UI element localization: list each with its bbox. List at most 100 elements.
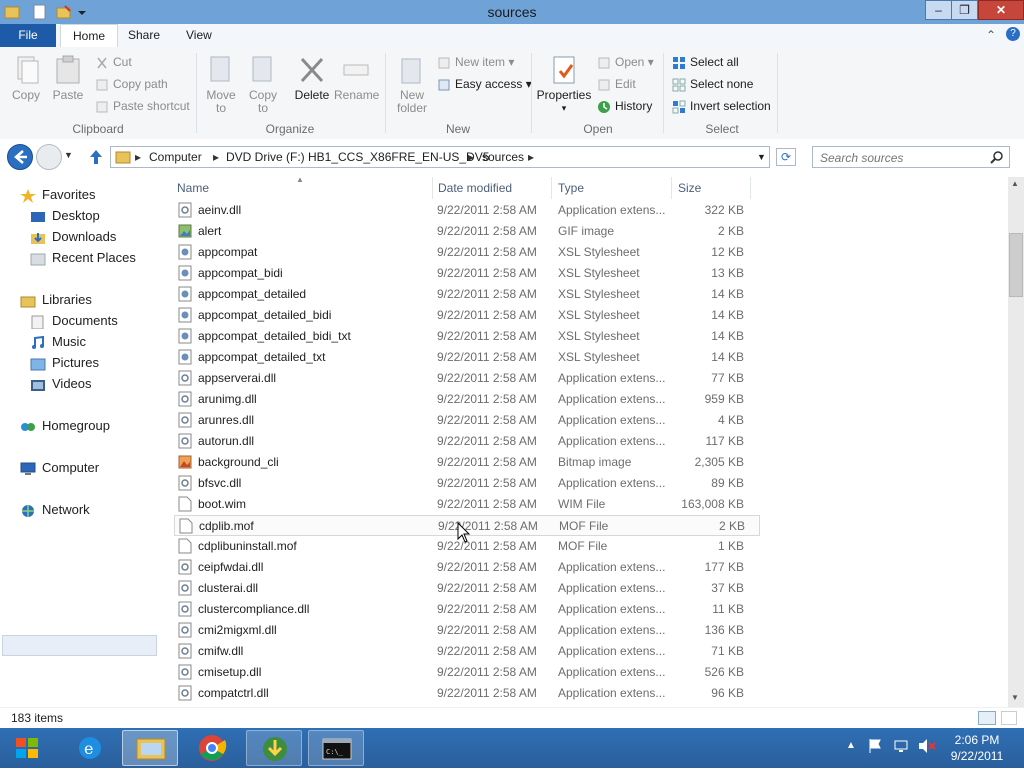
file-row[interactable]: appcompat_detailed_bidi 9/22/2011 2:58 AM… bbox=[174, 305, 760, 326]
column-header-name[interactable]: Name bbox=[177, 181, 209, 195]
column-separator[interactable] bbox=[432, 177, 433, 199]
file-row[interactable]: appserverai.dll 9/22/2011 2:58 AM Applicat… bbox=[174, 368, 760, 389]
cut-button[interactable]: Cut bbox=[95, 53, 132, 71]
scroll-up-icon[interactable]: ▲ bbox=[1011, 179, 1019, 188]
nav-libraries[interactable]: Libraries bbox=[20, 290, 92, 310]
column-separator[interactable] bbox=[551, 177, 552, 199]
search-icon[interactable] bbox=[990, 150, 1004, 167]
help-icon[interactable]: ? bbox=[1006, 27, 1020, 41]
nav-computer[interactable]: Computer bbox=[20, 458, 99, 478]
easy-access-button[interactable]: Easy access ▾ bbox=[437, 75, 532, 93]
nav-videos[interactable]: Videos bbox=[30, 374, 92, 394]
download-manager-button[interactable] bbox=[246, 730, 302, 766]
properties-button[interactable]: Properties ▾ bbox=[536, 55, 592, 115]
file-row[interactable]: boot.wim 9/22/2011 2:58 AM WIM File 163,008… bbox=[174, 494, 760, 515]
file-row[interactable]: aeinv.dll 9/22/2011 2:58 AM Application ex… bbox=[174, 200, 760, 221]
column-header-size[interactable]: Size bbox=[678, 181, 701, 195]
nav-network[interactable]: Network bbox=[20, 500, 90, 520]
file-row[interactable]: appcompat_detailed 9/22/2011 2:58 AM XSL S… bbox=[174, 284, 760, 305]
column-header-date[interactable]: Date modified bbox=[438, 181, 512, 195]
file-row[interactable]: compatctrl.dll 9/22/2011 2:58 AM Applicati… bbox=[174, 683, 760, 704]
nav-music[interactable]: Music bbox=[30, 332, 86, 352]
file-row[interactable]: cmifw.dll 9/22/2011 2:58 AM Application ex… bbox=[174, 641, 760, 662]
file-row[interactable]: alert 9/22/2011 2:58 AM GIF image 2 KB bbox=[174, 221, 760, 242]
tab-share[interactable]: Share bbox=[116, 24, 172, 47]
file-row[interactable]: arunimg.dll 9/22/2011 2:58 AM Application … bbox=[174, 389, 760, 410]
file-explorer-button[interactable] bbox=[122, 730, 178, 766]
large-icons-view-icon[interactable] bbox=[1001, 711, 1017, 725]
file-row[interactable]: clustercompliance.dll 9/22/2011 2:58 AM Ap… bbox=[174, 599, 760, 620]
back-button[interactable] bbox=[7, 144, 33, 170]
scrollbar-thumb[interactable] bbox=[1009, 233, 1023, 297]
details-view-icon[interactable] bbox=[978, 711, 996, 725]
network-tray-icon[interactable] bbox=[893, 738, 909, 757]
file-row[interactable]: appcompat 9/22/2011 2:58 AM XSL Stylesheet… bbox=[174, 242, 760, 263]
command-prompt-button[interactable]: C:\_ bbox=[308, 730, 364, 766]
address-bar[interactable]: ▸ Computer ▸ DVD Drive (F:) HB1_CCS_X86F… bbox=[110, 146, 770, 168]
file-row[interactable]: autorun.dll 9/22/2011 2:58 AM Application … bbox=[174, 431, 760, 452]
nav-desktop[interactable]: Desktop bbox=[30, 206, 100, 226]
open-button[interactable]: Open ▾ bbox=[597, 53, 654, 71]
refresh-icon[interactable]: ⟳ bbox=[776, 148, 796, 166]
select-all-button[interactable]: Select all bbox=[672, 53, 739, 71]
file-row[interactable]: appcompat_detailed_bidi_txt 9/22/2011 2:5… bbox=[174, 326, 760, 347]
search-input[interactable] bbox=[818, 149, 988, 167]
file-row[interactable]: appcompat_bidi 9/22/2011 2:58 AM XSL Style… bbox=[174, 263, 760, 284]
edit-button[interactable]: Edit bbox=[597, 75, 636, 93]
file-row[interactable]: arunres.dll 9/22/2011 2:58 AM Application … bbox=[174, 410, 760, 431]
tab-file[interactable]: File bbox=[0, 24, 56, 47]
tab-home[interactable]: Home bbox=[60, 24, 119, 48]
start-button[interactable] bbox=[6, 730, 50, 766]
minimize-button[interactable]: – bbox=[925, 0, 952, 20]
show-hidden-icons[interactable]: ▲ bbox=[846, 740, 856, 751]
copy-button[interactable]: Copy bbox=[6, 55, 46, 102]
collapse-ribbon-icon[interactable]: ⌃ bbox=[986, 28, 996, 42]
address-dropdown-icon[interactable]: ▼ bbox=[757, 152, 766, 162]
breadcrumb-computer[interactable]: Computer bbox=[149, 150, 202, 164]
column-header-type[interactable]: Type bbox=[558, 181, 584, 195]
recent-locations-icon[interactable]: ▼ bbox=[64, 150, 73, 160]
volume-muted-icon[interactable] bbox=[918, 738, 936, 757]
delete-button[interactable]: Delete bbox=[292, 55, 332, 102]
nav-homegroup[interactable]: Homegroup bbox=[20, 416, 110, 436]
file-row[interactable]: bfsvc.dll 9/22/2011 2:58 AM Application ex… bbox=[174, 473, 760, 494]
nav-pictures[interactable]: Pictures bbox=[30, 353, 99, 373]
up-arrow-icon[interactable] bbox=[88, 148, 104, 169]
breadcrumb-dvd-drive[interactable]: DVD Drive (F:) HB1_CCS_X86FRE_EN-US_DV5 bbox=[226, 150, 489, 164]
nav-favorites[interactable]: Favorites bbox=[20, 185, 95, 205]
paste-shortcut-button[interactable]: Paste shortcut bbox=[95, 97, 190, 115]
rename-button[interactable]: Rename bbox=[334, 55, 379, 102]
copy-path-button[interactable]: Copy path bbox=[95, 75, 168, 93]
title-bar[interactable]: sources – ❐ ✕ bbox=[0, 0, 1024, 24]
nav-recent-places[interactable]: Recent Places bbox=[30, 248, 136, 268]
clock-date[interactable]: 9/22/2011 bbox=[945, 749, 1009, 763]
ie-button[interactable]: e bbox=[62, 730, 118, 766]
file-row[interactable]: ceipfwdai.dll 9/22/2011 2:58 AM Applicatio… bbox=[174, 557, 760, 578]
tab-view[interactable]: View bbox=[174, 24, 224, 47]
move-to-button[interactable]: Move to bbox=[202, 55, 240, 115]
copy-to-button[interactable]: Copy to bbox=[244, 55, 282, 115]
select-none-button[interactable]: Select none bbox=[672, 75, 753, 93]
file-row[interactable]: cmi2migxml.dll 9/22/2011 2:58 AM Applicati… bbox=[174, 620, 760, 641]
forward-button[interactable] bbox=[36, 144, 62, 170]
file-row[interactable]: background_cli 9/22/2011 2:58 AM Bitmap im… bbox=[174, 452, 760, 473]
column-separator[interactable] bbox=[750, 177, 751, 199]
new-folder-button[interactable]: New folder bbox=[392, 55, 432, 115]
file-row[interactable]: appcompat_detailed_txt 9/22/2011 2:58 AM X… bbox=[174, 347, 760, 368]
search-box[interactable] bbox=[812, 146, 1010, 168]
file-row[interactable]: clusterai.dll 9/22/2011 2:58 AM Applicatio… bbox=[174, 578, 760, 599]
scroll-down-icon[interactable]: ▼ bbox=[1011, 693, 1019, 702]
breadcrumb-sources[interactable]: sources bbox=[482, 150, 524, 164]
chrome-button[interactable] bbox=[184, 730, 240, 766]
new-item-button[interactable]: New item ▾ bbox=[437, 53, 514, 71]
history-button[interactable]: History bbox=[597, 97, 652, 115]
nav-documents[interactable]: Documents bbox=[30, 311, 118, 331]
column-separator[interactable] bbox=[671, 177, 672, 199]
maximize-button[interactable]: ❐ bbox=[951, 0, 978, 20]
file-row[interactable]: cmisetup.dll 9/22/2011 2:58 AM Application… bbox=[174, 662, 760, 683]
clock-time[interactable]: 2:06 PM bbox=[952, 733, 1002, 747]
paste-button[interactable]: Paste bbox=[48, 55, 88, 102]
close-button[interactable]: ✕ bbox=[978, 0, 1024, 20]
invert-selection-button[interactable]: Invert selection bbox=[672, 97, 771, 115]
nav-downloads[interactable]: Downloads bbox=[30, 227, 116, 247]
